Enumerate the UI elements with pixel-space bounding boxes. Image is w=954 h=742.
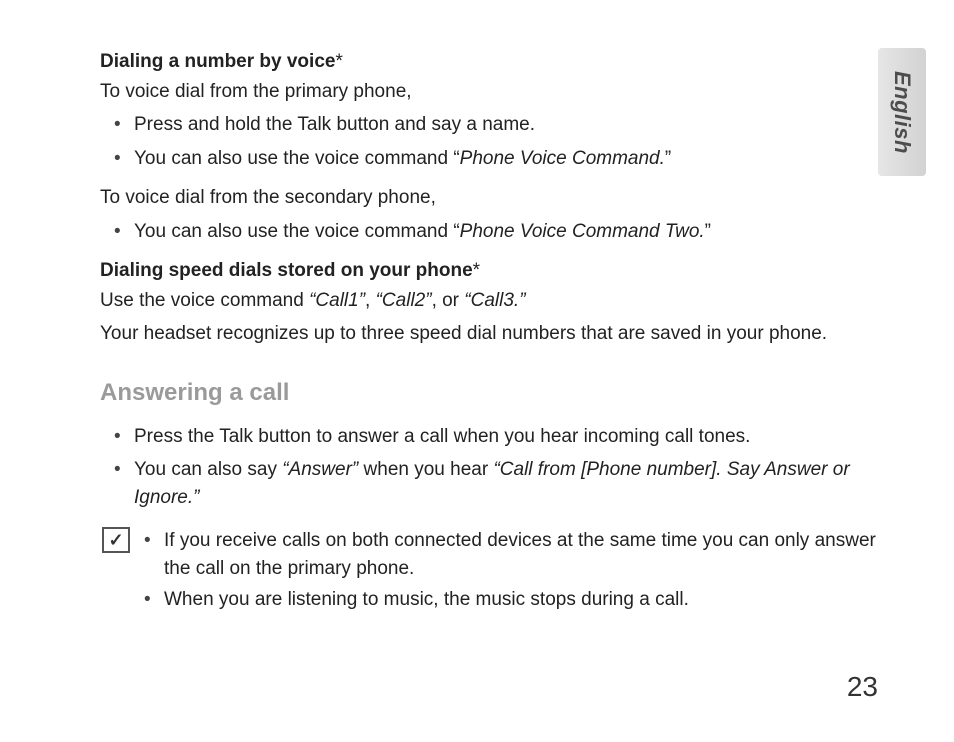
intro-primary: To voice dial from the primary phone, xyxy=(100,78,880,106)
note-text: If you receive calls on both connected d… xyxy=(164,530,876,579)
heading-dial-by-voice: Dialing a number by voice* xyxy=(100,48,880,76)
line1-prefix: Use the voice command xyxy=(100,290,309,311)
language-label: English xyxy=(886,71,918,154)
language-tab: English xyxy=(878,48,926,176)
bullets-secondary: You can also use the voice command “Phon… xyxy=(100,218,880,246)
bullet-suffix: ” xyxy=(665,148,671,169)
note-block: ✓ If you receive calls on both connected… xyxy=(100,523,880,618)
intro-secondary: To voice dial from the secondary phone, xyxy=(100,184,880,212)
bullet-prefix: You can also use the voice command “ xyxy=(134,221,460,242)
heading-asterisk: * xyxy=(473,260,480,281)
note-bullets: If you receive calls on both connected d… xyxy=(144,523,880,618)
bullet-suffix: ” xyxy=(705,221,711,242)
call3: “Call3.” xyxy=(464,290,525,311)
call1: “Call1” xyxy=(309,290,365,311)
list-item: You can also use the voice command “Phon… xyxy=(100,218,880,246)
voice-command: Phone Voice Command Two. xyxy=(460,221,705,242)
page-number: 23 xyxy=(847,667,878,708)
heading-text: Dialing speed dials stored on your phone xyxy=(100,260,473,281)
bullet-mid: when you hear xyxy=(358,459,493,480)
call2: “Call2” xyxy=(376,290,432,311)
list-item: If you receive calls on both connected d… xyxy=(144,527,880,582)
bullets-answering: Press the Talk button to answer a call w… xyxy=(100,423,880,512)
speed-dial-line1: Use the voice command “Call1”, “Call2”, … xyxy=(100,287,880,315)
sep2: , or xyxy=(432,290,465,311)
heading-asterisk: * xyxy=(335,51,342,72)
list-item: You can also use the voice command “Phon… xyxy=(100,145,880,173)
voice-command: “Answer” xyxy=(282,459,358,480)
note-text: When you are listening to music, the mus… xyxy=(164,589,689,610)
bullet-text: Press the Talk button to answer a call w… xyxy=(134,426,750,447)
sep1: , xyxy=(365,290,376,311)
list-item: Press the Talk button to answer a call w… xyxy=(100,423,880,451)
bullet-prefix: You can also use the voice command “ xyxy=(134,148,460,169)
bullet-text: Press and hold the Talk button and say a… xyxy=(134,114,535,135)
speed-dial-line2: Your headset recognizes up to three spee… xyxy=(100,320,880,348)
checkmark-icon: ✓ xyxy=(102,527,130,553)
list-item: Press and hold the Talk button and say a… xyxy=(100,111,880,139)
bullet-prefix: You can also say xyxy=(134,459,282,480)
heading-text: Dialing a number by voice xyxy=(100,51,335,72)
list-item: You can also say “Answer” when you hear … xyxy=(100,456,880,511)
voice-command: Phone Voice Command. xyxy=(460,148,665,169)
list-item: When you are listening to music, the mus… xyxy=(144,586,880,614)
heading-speed-dials: Dialing speed dials stored on your phone… xyxy=(100,257,880,285)
section-title-answering: Answering a call xyxy=(100,376,880,411)
bullets-primary: Press and hold the Talk button and say a… xyxy=(100,111,880,172)
page-content: Dialing a number by voice* To voice dial… xyxy=(100,48,880,618)
